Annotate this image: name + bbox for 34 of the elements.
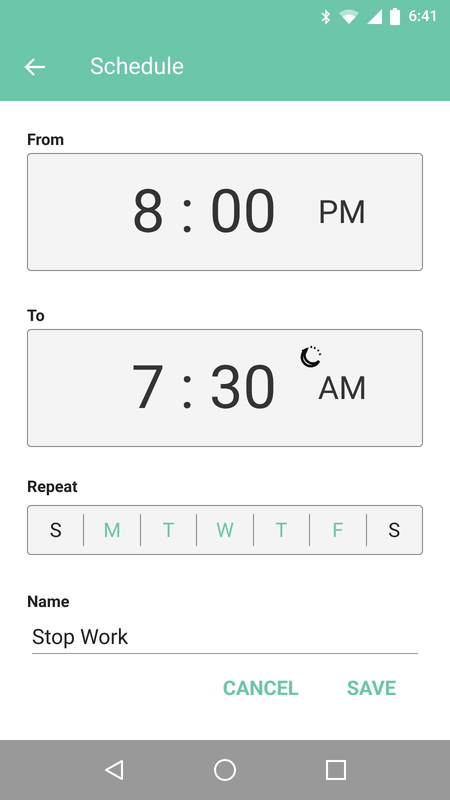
bluetooth-icon: [321, 8, 332, 24]
home-nav-button[interactable]: [212, 758, 237, 782]
battery-icon: [390, 8, 400, 25]
day-toggle[interactable]: M: [95, 515, 129, 545]
time-value: 7 : 30: [131, 358, 277, 418]
recents-nav-button[interactable]: [326, 760, 346, 780]
night-mode-icon: [298, 344, 324, 370]
home-circle-icon: [212, 758, 237, 782]
status-time: 6:41: [408, 6, 438, 28]
back-triangle-icon: [104, 759, 124, 781]
period-label: AM: [318, 368, 367, 409]
time-picker[interactable]: 7 : 30 AM: [27, 329, 423, 447]
back-arrow-icon: [24, 58, 46, 76]
signal-icon: [367, 9, 382, 24]
name-field[interactable]: Stop Work: [32, 622, 418, 654]
day-toggle[interactable]: T: [154, 515, 183, 545]
repeat-label: Repeat: [27, 476, 79, 497]
time-picker[interactable]: 8 : 00 PM: [27, 153, 423, 271]
name-label: Name: [27, 591, 70, 612]
day-toggle[interactable]: T: [267, 515, 296, 545]
wifi-icon: [339, 9, 360, 24]
cancel-button[interactable]: CANCEL: [208, 670, 313, 706]
day-toggle[interactable]: S: [42, 515, 70, 545]
time-value: 8 : 00: [131, 182, 277, 242]
save-button[interactable]: SAVE: [332, 670, 410, 706]
time-label: To: [27, 305, 46, 326]
day-toggle[interactable]: S: [380, 515, 408, 545]
day-toggle[interactable]: F: [324, 515, 352, 545]
back-nav-button[interactable]: [104, 759, 124, 781]
recents-square-icon: [326, 760, 346, 780]
day-toggle[interactable]: W: [208, 515, 242, 545]
toolbar-title: Schedule: [90, 52, 184, 82]
period-label: PM: [318, 192, 366, 233]
time-label: From: [27, 129, 66, 150]
